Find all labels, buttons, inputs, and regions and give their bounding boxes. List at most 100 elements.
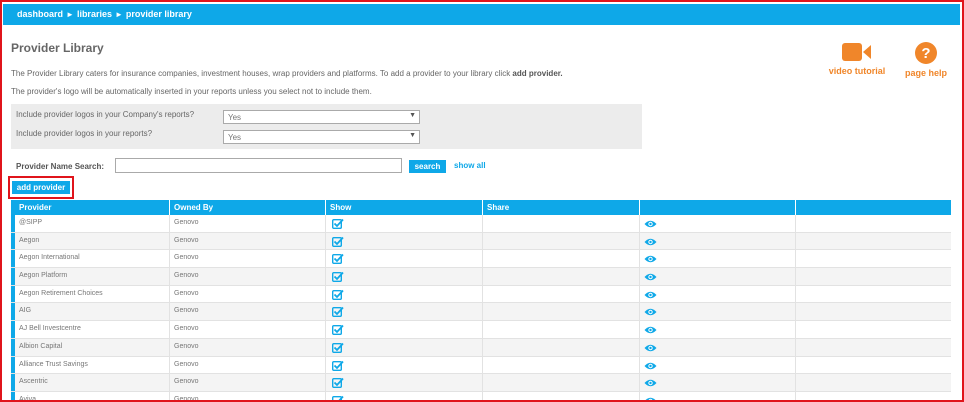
show-checkbox-icon[interactable]	[332, 395, 344, 402]
page-help-label: page help	[904, 68, 947, 78]
table-row[interactable]: Alliance Trust Savings Genovo	[11, 356, 951, 375]
owned-by-cell: Genovo	[170, 391, 326, 402]
intro-text-bold: add provider.	[512, 69, 563, 78]
show-all-link[interactable]: show all	[454, 161, 486, 170]
add-provider-button[interactable]: add provider	[12, 181, 70, 194]
provider-name-cell[interactable]: Alliance Trust Savings	[15, 356, 170, 374]
table-row[interactable]: AJ Bell Investcentre Genovo	[11, 321, 951, 339]
table-row[interactable]: Aegon International Genovo	[11, 250, 951, 269]
view-cell	[640, 215, 796, 232]
column-header-owned-by[interactable]: Owned By	[170, 200, 326, 215]
column-header-share[interactable]: Share	[483, 200, 640, 215]
eye-icon[interactable]	[644, 326, 657, 336]
your-logos-select[interactable]: Yes ▼	[223, 130, 420, 144]
breadcrumb-dashboard-link[interactable]: dashboard	[17, 9, 63, 19]
show-checkbox-icon[interactable]	[331, 236, 344, 249]
eye-icon[interactable]	[644, 379, 657, 389]
owned-by-cell: Genovo	[170, 285, 326, 303]
eye-icon[interactable]	[644, 291, 657, 301]
share-cell	[483, 215, 640, 232]
blank-cell	[796, 303, 951, 320]
provider-name-cell[interactable]: Albion Capital	[15, 338, 170, 356]
show-cell	[326, 268, 483, 285]
view-cell	[640, 268, 796, 285]
provider-name-cell[interactable]: Aegon Platform	[15, 268, 170, 285]
provider-name-cell[interactable]: Ascentric	[15, 374, 170, 391]
video-tutorial-label: video tutorial	[828, 66, 886, 76]
show-cell	[326, 356, 483, 374]
show-checkbox-icon[interactable]	[331, 342, 344, 355]
column-header-show[interactable]: Show	[326, 200, 483, 215]
provider-search-label: Provider Name Search:	[16, 162, 105, 171]
view-cell	[640, 321, 796, 338]
search-button[interactable]: search	[409, 160, 446, 173]
provider-name-cell[interactable]: AIG	[15, 303, 170, 321]
eye-icon[interactable]	[644, 255, 657, 265]
column-header-blank	[796, 200, 951, 215]
page-help-button[interactable]: ? page help	[903, 42, 949, 78]
provider-table: Provider Owned By Show Share @SIPP Genovo…	[11, 200, 951, 402]
blank-cell	[796, 215, 951, 232]
share-cell	[483, 374, 640, 391]
view-cell	[640, 391, 796, 402]
eye-icon[interactable]	[644, 397, 657, 402]
table-row[interactable]: Albion Capital Genovo	[11, 338, 951, 357]
share-cell	[483, 285, 640, 303]
eye-icon[interactable]	[644, 362, 657, 372]
owned-by-cell: Genovo	[170, 250, 326, 268]
owned-by-cell: Genovo	[170, 215, 326, 232]
eye-icon[interactable]	[644, 308, 657, 318]
provider-name-cell[interactable]: Aegon Retirement Choices	[15, 285, 170, 303]
show-checkbox-icon[interactable]	[331, 360, 344, 373]
eye-icon[interactable]	[644, 273, 657, 283]
breadcrumb-libraries-link[interactable]: libraries	[77, 9, 112, 19]
intro-text: The Provider Library caters for insuranc…	[11, 69, 563, 78]
provider-name-cell[interactable]: Aviva	[15, 391, 170, 402]
table-row[interactable]: Aegon Genovo	[11, 232, 951, 251]
table-row[interactable]: Ascentric Genovo	[11, 374, 951, 392]
breadcrumb-current: provider library	[125, 9, 192, 19]
provider-search-input[interactable]	[115, 158, 402, 173]
show-checkbox-icon[interactable]	[331, 289, 344, 302]
video-tutorial-button[interactable]: video tutorial	[828, 42, 886, 76]
show-checkbox-icon[interactable]	[331, 377, 344, 390]
show-checkbox-icon[interactable]	[331, 218, 344, 231]
owned-by-cell: Genovo	[170, 232, 326, 250]
top-bar: dashboard ► libraries ► provider library	[3, 4, 960, 25]
view-cell	[640, 338, 796, 356]
share-cell	[483, 321, 640, 338]
owned-by-cell: Genovo	[170, 268, 326, 285]
provider-name-cell[interactable]: Aegon International	[15, 250, 170, 268]
add-provider-highlight: add provider	[8, 176, 74, 199]
show-checkbox-icon[interactable]	[331, 271, 344, 284]
column-header-provider[interactable]: Provider	[15, 200, 170, 215]
company-logos-select[interactable]: Yes ▼	[223, 110, 420, 124]
view-cell	[640, 285, 796, 303]
owned-by-cell: Genovo	[170, 338, 326, 356]
share-cell	[483, 338, 640, 356]
eye-icon[interactable]	[644, 238, 657, 248]
blank-cell	[796, 357, 951, 374]
show-cell	[326, 303, 483, 321]
company-logos-value: Yes	[228, 113, 242, 122]
table-row[interactable]: @SIPP Genovo	[11, 215, 951, 233]
show-checkbox-icon[interactable]	[331, 306, 344, 319]
provider-name-cell[interactable]: Aegon	[15, 232, 170, 250]
intro-text-logos: The provider's logo will be automaticall…	[11, 87, 372, 96]
show-checkbox-icon[interactable]	[331, 253, 344, 266]
intro-text-main: The Provider Library caters for insuranc…	[11, 69, 513, 78]
svg-text:?: ?	[921, 45, 930, 62]
owned-by-cell: Genovo	[170, 374, 326, 391]
share-cell	[483, 391, 640, 402]
table-row[interactable]: Aviva Genovo	[11, 391, 951, 402]
provider-name-cell[interactable]: AJ Bell Investcentre	[15, 321, 170, 338]
table-row[interactable]: Aegon Retirement Choices Genovo	[11, 285, 951, 304]
provider-name-cell[interactable]: @SIPP	[15, 215, 170, 232]
eye-icon[interactable]	[644, 344, 657, 354]
eye-icon[interactable]	[644, 220, 657, 230]
show-checkbox-icon[interactable]	[331, 324, 344, 337]
blank-cell	[796, 233, 951, 250]
table-row[interactable]: Aegon Platform Genovo	[11, 268, 951, 286]
table-row[interactable]: AIG Genovo	[11, 303, 951, 322]
show-cell	[326, 232, 483, 250]
